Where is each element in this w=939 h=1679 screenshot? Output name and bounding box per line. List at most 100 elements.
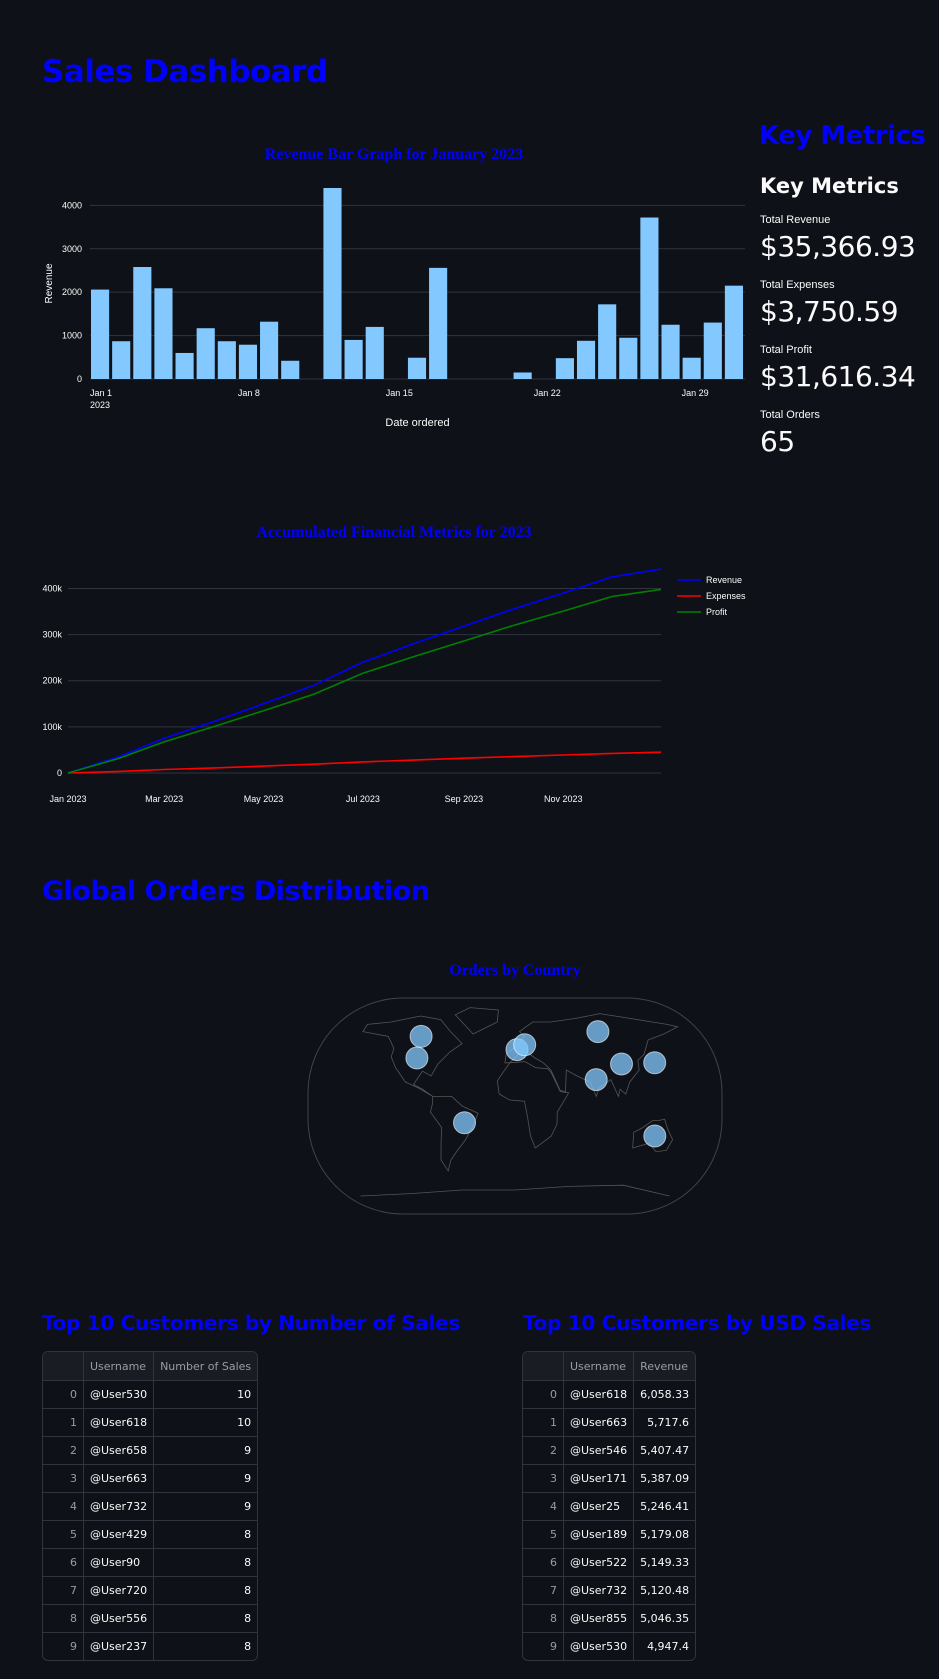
value-cell: 4,947.4: [647, 1640, 690, 1653]
bar: [133, 267, 152, 379]
username-cell: @User658: [83, 1436, 155, 1465]
table-row[interactable]: 3 @User663 9: [43, 1464, 258, 1493]
bar: [661, 324, 680, 379]
username-cell: @User530: [83, 1380, 155, 1409]
country-bubble: [409, 1024, 433, 1048]
bar: [365, 326, 384, 379]
x-tick-label: Jul 2023: [346, 794, 380, 804]
antarctica-edge-outline: [360, 1184, 670, 1197]
table-row[interactable]: 0 @User530 10: [43, 1380, 258, 1409]
row-index: 9: [43, 1632, 84, 1660]
bar: [323, 188, 342, 379]
bar: [217, 341, 236, 379]
username-cell: @User663: [83, 1464, 155, 1493]
username-cell: @User732: [83, 1492, 155, 1521]
country-bubble: [584, 1068, 608, 1092]
table-row[interactable]: 2 @User658 9: [43, 1436, 258, 1465]
bar: [576, 340, 596, 379]
value-cell: 8: [244, 1640, 252, 1653]
table-row[interactable]: 8 @User556 8: [43, 1604, 258, 1633]
table-row[interactable]: 9 @User530 4,947.4: [523, 1632, 695, 1660]
y-tick-label: 200k: [42, 676, 62, 686]
username-cell: @User171: [563, 1464, 635, 1493]
key-metrics-panel: Key Metrics Total Revenue $35,366.93 Tot…: [760, 174, 930, 474]
value-cell: 9: [153, 1464, 258, 1493]
x-tick-label: 2023: [90, 400, 110, 410]
value-cell: 5,179.08: [633, 1520, 696, 1549]
legend-label: Revenue: [706, 575, 742, 585]
x-tick-label: Jan 29: [682, 388, 709, 398]
column-header[interactable]: Revenue: [633, 1352, 696, 1381]
x-tick-label: May 2023: [244, 794, 284, 804]
index-header[interactable]: [43, 1352, 84, 1381]
y-axis-label: Revenue: [44, 263, 55, 303]
country-bubble: [643, 1124, 667, 1148]
y-tick-label: 0: [57, 768, 62, 778]
bar: [703, 322, 722, 379]
accumulated-line-chart: 0 100k 200k 300k 400k Jan 2023 Mar 2023 May 202…: [42, 568, 746, 804]
x-tick-label: Jan 8: [238, 388, 260, 398]
metrics-subheading: Key Metrics: [760, 174, 899, 198]
value-cell: 5,387.09: [633, 1464, 696, 1493]
username-cell: @User663: [563, 1408, 635, 1437]
row-index: 7: [523, 1576, 564, 1605]
column-header[interactable]: Number of Sales: [153, 1352, 258, 1381]
table-row[interactable]: 8 @User855 5,046.35: [523, 1604, 696, 1633]
table-row[interactable]: 2 @User546 5,407.47: [523, 1436, 696, 1465]
value-cell: 5,717.6: [633, 1408, 696, 1437]
table-row[interactable]: 1 @User618 10: [43, 1408, 258, 1437]
customers-by-usd-table[interactable]: Username Revenue 0 @User618 6,058.33 1 @User66…: [522, 1351, 697, 1661]
row-index: 4: [523, 1492, 564, 1521]
y-tick-label: 400k: [42, 583, 62, 593]
bar: [112, 341, 131, 379]
metric-total-revenue: Total Revenue $35,366.93: [760, 214, 930, 263]
table-row[interactable]: 5 @User189 5,179.08: [523, 1520, 696, 1549]
x-tick-label: Mar 2023: [145, 794, 183, 804]
table-row[interactable]: 6 @User522 5,149.33: [523, 1548, 696, 1577]
row-index: 6: [523, 1548, 564, 1577]
table-row[interactable]: 7 @User720 8: [43, 1576, 258, 1605]
bar: [175, 352, 194, 379]
bar: [407, 357, 427, 379]
x-tick-label: Jan 1: [90, 388, 112, 398]
country-bubble: [610, 1052, 633, 1076]
bar-chart-title: Revenue Bar Graph for January 2023: [264, 146, 524, 163]
row-index: 5: [43, 1520, 84, 1549]
value-cell: 5,246.41: [633, 1492, 696, 1521]
value-cell: 5,046.35: [633, 1604, 696, 1633]
y-tick-label: 4000: [62, 200, 82, 210]
row-index: 7: [43, 1576, 84, 1605]
y-tick-label: 2000: [62, 287, 82, 297]
value-cell: 10: [153, 1380, 258, 1409]
customers-by-sales-table[interactable]: Username Number of Sales 0 @User530 10 1 @User…: [42, 1351, 259, 1661]
column-header[interactable]: Username: [83, 1352, 155, 1381]
legend-label: Expenses: [706, 591, 746, 601]
table-row[interactable]: 0 @User618 6,058.33: [523, 1380, 696, 1409]
table-row[interactable]: 7 @User732 5,120.48: [523, 1576, 696, 1605]
row-index: 6: [43, 1548, 84, 1577]
table-row[interactable]: 3 @User171 5,387.09: [523, 1464, 696, 1493]
table-row[interactable]: 4 @User732 9: [43, 1492, 258, 1521]
bar: [260, 321, 279, 379]
bar: [598, 304, 617, 379]
bar: [682, 357, 701, 379]
row-index: 2: [523, 1436, 564, 1465]
country-bubble: [513, 1033, 537, 1057]
y-tick-label: 300k: [42, 630, 62, 640]
username-cell: @User618: [563, 1380, 635, 1409]
world-map: [307, 997, 723, 1215]
table-row[interactable]: 4 @User25 5,246.41: [523, 1492, 696, 1521]
bar: [154, 288, 173, 379]
value-cell: 8: [153, 1604, 258, 1633]
table-row[interactable]: 9 @User237 8: [43, 1632, 257, 1660]
table-row[interactable]: 1 @User663 5,717.6: [523, 1408, 696, 1437]
table-row[interactable]: 6 @User90 8: [43, 1548, 258, 1577]
metric-value: $3,750.59: [760, 295, 899, 328]
value-cell: 9: [153, 1436, 258, 1465]
metric-total-expenses: Total Expenses $3,750.59: [760, 279, 930, 328]
index-header[interactable]: [523, 1352, 564, 1381]
value-cell: 5,149.33: [633, 1548, 696, 1577]
table-row[interactable]: 5 @User429 8: [43, 1520, 258, 1549]
column-header[interactable]: Username: [563, 1352, 635, 1381]
legend-label: Profit: [706, 607, 728, 617]
